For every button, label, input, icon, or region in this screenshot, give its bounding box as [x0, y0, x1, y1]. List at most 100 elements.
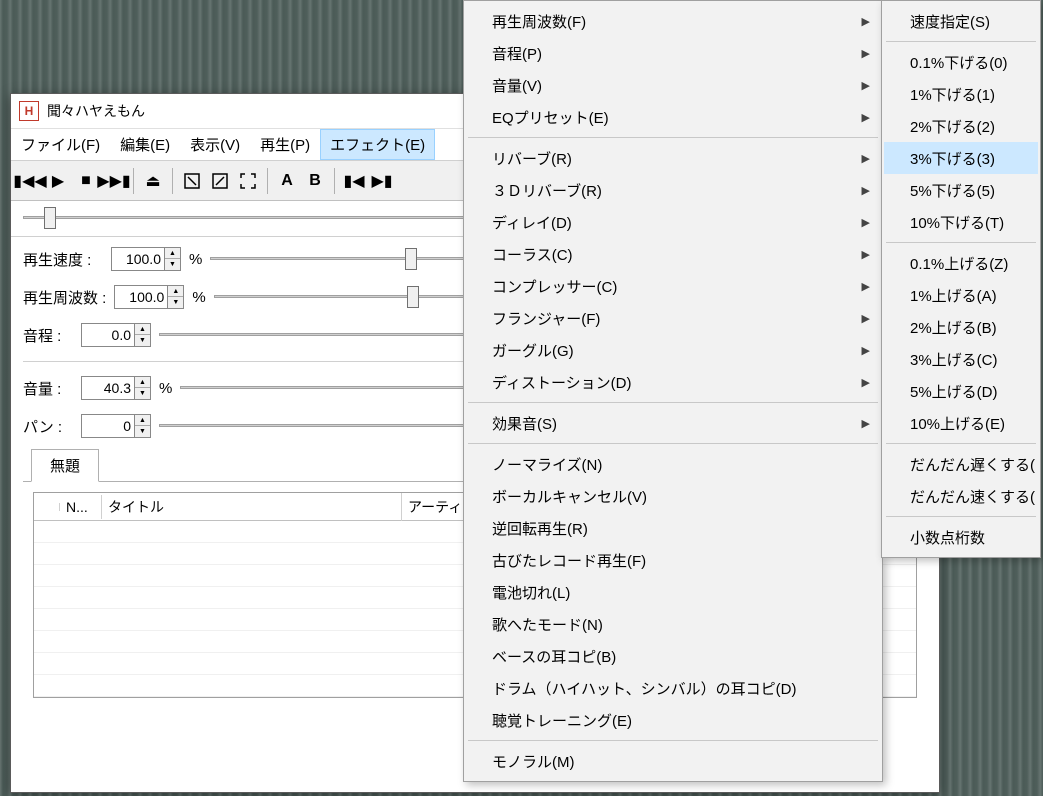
volume-spin-up[interactable]: ▲: [135, 377, 150, 388]
submenu-arrow-icon: ▶: [862, 184, 870, 197]
marker-prev-icon[interactable]: ▮◀: [341, 168, 367, 194]
menu-item[interactable]: 10%下げる(T): [884, 206, 1038, 238]
pan-input[interactable]: [82, 415, 134, 437]
menu-item-label: 10%上げる(E): [910, 413, 1005, 434]
stop-icon[interactable]: ■: [73, 168, 99, 194]
menu-item[interactable]: ３Ｄリバーブ(R)▶: [466, 174, 880, 206]
speed-input[interactable]: [112, 248, 164, 270]
toolbar-separator: [172, 168, 173, 194]
menu-item[interactable]: 5%上げる(D): [884, 375, 1038, 407]
skip-back-icon[interactable]: ▮◀◀: [17, 168, 43, 194]
menu-item[interactable]: 音程(P)▶: [466, 37, 880, 69]
menu-item[interactable]: 0.1%下げる(0): [884, 46, 1038, 78]
menu-item[interactable]: 速度指定(S): [884, 5, 1038, 37]
menu-item[interactable]: 10%上げる(E): [884, 407, 1038, 439]
submenu-arrow-icon: ▶: [862, 15, 870, 28]
eject-icon[interactable]: ⏏: [140, 168, 166, 194]
menu-item[interactable]: ディストーション(D)▶: [466, 366, 880, 398]
pitch-spin-down[interactable]: ▼: [135, 335, 150, 346]
marker-next-icon[interactable]: ▶▮: [369, 168, 395, 194]
pitch-spin-up[interactable]: ▲: [135, 324, 150, 335]
skip-forward-icon[interactable]: ▶▶▮: [101, 168, 127, 194]
menu-item[interactable]: ベースの耳コピ(B): [466, 640, 880, 672]
menu-item[interactable]: モノラル(M): [466, 745, 880, 777]
menu-item[interactable]: EQプリセット(E)▶: [466, 101, 880, 133]
menu-item[interactable]: リバーブ(R) ▶: [466, 142, 880, 174]
menu-item[interactable]: ガーグル(G) ▶: [466, 334, 880, 366]
menu-item[interactable]: ボーカルキャンセル(V): [466, 480, 880, 512]
menu-item[interactable]: 電池切れ(L): [466, 576, 880, 608]
menu-item-label: ノーマライズ(N): [492, 454, 602, 475]
menu-item[interactable]: 小数点桁数: [884, 521, 1038, 553]
play-icon[interactable]: ▶: [45, 168, 71, 194]
col-blank[interactable]: [34, 503, 60, 511]
freq-spin-up[interactable]: ▲: [168, 286, 183, 297]
toolbar-separator: [267, 168, 268, 194]
volume-label: 音量 :: [23, 378, 73, 399]
menu-view[interactable]: 表示(V): [180, 129, 250, 160]
volume-unit: %: [159, 380, 172, 397]
menu-item[interactable]: だんだん遅くする(: [884, 448, 1038, 480]
menu-item[interactable]: コンプレッサー(C)▶: [466, 270, 880, 302]
pan-spin-down[interactable]: ▼: [135, 426, 150, 437]
menu-item[interactable]: 1%上げる(A): [884, 279, 1038, 311]
menu-item[interactable]: 5%下げる(5): [884, 174, 1038, 206]
menu-item[interactable]: 古びたレコード再生(F): [466, 544, 880, 576]
pan-spin-up[interactable]: ▲: [135, 415, 150, 426]
submenu-arrow-icon: ▶: [862, 216, 870, 229]
menu-item-label: リバーブ(R): [492, 148, 572, 169]
menu-play[interactable]: 再生(P): [250, 129, 320, 160]
menu-edit[interactable]: 編集(E): [110, 129, 180, 160]
volume-spin-down[interactable]: ▼: [135, 388, 150, 399]
menu-item-label: 小数点桁数: [910, 527, 985, 548]
menu-item-label: 1%下げる(1): [910, 84, 995, 105]
menu-item[interactable]: 音量(V)▶: [466, 69, 880, 101]
menu-item[interactable]: コーラス(C)▶: [466, 238, 880, 270]
menu-item[interactable]: 3%上げる(C): [884, 343, 1038, 375]
col-number[interactable]: N...: [60, 495, 102, 519]
letter-a-icon[interactable]: A: [274, 168, 300, 194]
freq-label: 再生周波数 :: [23, 287, 106, 308]
letter-b-icon[interactable]: B: [302, 168, 328, 194]
volume-input[interactable]: [82, 377, 134, 399]
repeat-b-icon[interactable]: [207, 168, 233, 194]
menu-item[interactable]: 2%上げる(B): [884, 311, 1038, 343]
menu-separator: [886, 41, 1036, 42]
app-logo-icon: H: [19, 101, 39, 121]
menu-item-label: 再生周波数(F): [492, 11, 586, 32]
menu-item[interactable]: ノーマライズ(N): [466, 448, 880, 480]
menu-effect[interactable]: エフェクト(E): [320, 129, 435, 160]
menu-item-label: 5%上げる(D): [910, 381, 998, 402]
menu-item[interactable]: 3%下げる(3): [884, 142, 1038, 174]
menu-item[interactable]: 逆回転再生(R): [466, 512, 880, 544]
menu-item[interactable]: 効果音(S)▶: [466, 407, 880, 439]
menu-item[interactable]: ドラム（ハイハット、シンバル）の耳コピ(D): [466, 672, 880, 704]
menu-item[interactable]: だんだん速くする(: [884, 480, 1038, 512]
menu-item-label: ガーグル(G): [492, 340, 574, 361]
col-title[interactable]: タイトル: [102, 493, 402, 521]
menu-item-label: 古びたレコード再生(F): [492, 550, 646, 571]
menu-item[interactable]: フランジャー(F)▶: [466, 302, 880, 334]
speed-spin-down[interactable]: ▼: [165, 259, 180, 270]
fullscreen-icon[interactable]: [235, 168, 261, 194]
pitch-input[interactable]: [82, 324, 134, 346]
menu-item[interactable]: ディレイ(D)▶: [466, 206, 880, 238]
freq-spin-down[interactable]: ▼: [168, 297, 183, 308]
menu-file[interactable]: ファイル(F): [11, 129, 110, 160]
repeat-a-icon[interactable]: [179, 168, 205, 194]
submenu-arrow-icon: ▶: [862, 312, 870, 325]
submenu-arrow-icon: ▶: [862, 344, 870, 357]
freq-input[interactable]: [115, 286, 167, 308]
menu-item[interactable]: 0.1%上げる(Z): [884, 247, 1038, 279]
menu-item[interactable]: 聴覚トレーニング(E): [466, 704, 880, 736]
speed-spin-up[interactable]: ▲: [165, 248, 180, 259]
menu-item[interactable]: 2%下げる(2): [884, 110, 1038, 142]
tab-untitled[interactable]: 無題: [31, 449, 99, 482]
menu-item[interactable]: 歌へたモード(N): [466, 608, 880, 640]
menu-item[interactable]: 1%下げる(1): [884, 78, 1038, 110]
submenu-arrow-icon: ▶: [862, 152, 870, 165]
menu-item[interactable]: 再生周波数(F) ▶: [466, 5, 880, 37]
menu-item-label: 歌へたモード(N): [492, 614, 603, 635]
menu-item-label: 1%上げる(A): [910, 285, 997, 306]
menu-item-label: コーラス(C): [492, 244, 573, 265]
